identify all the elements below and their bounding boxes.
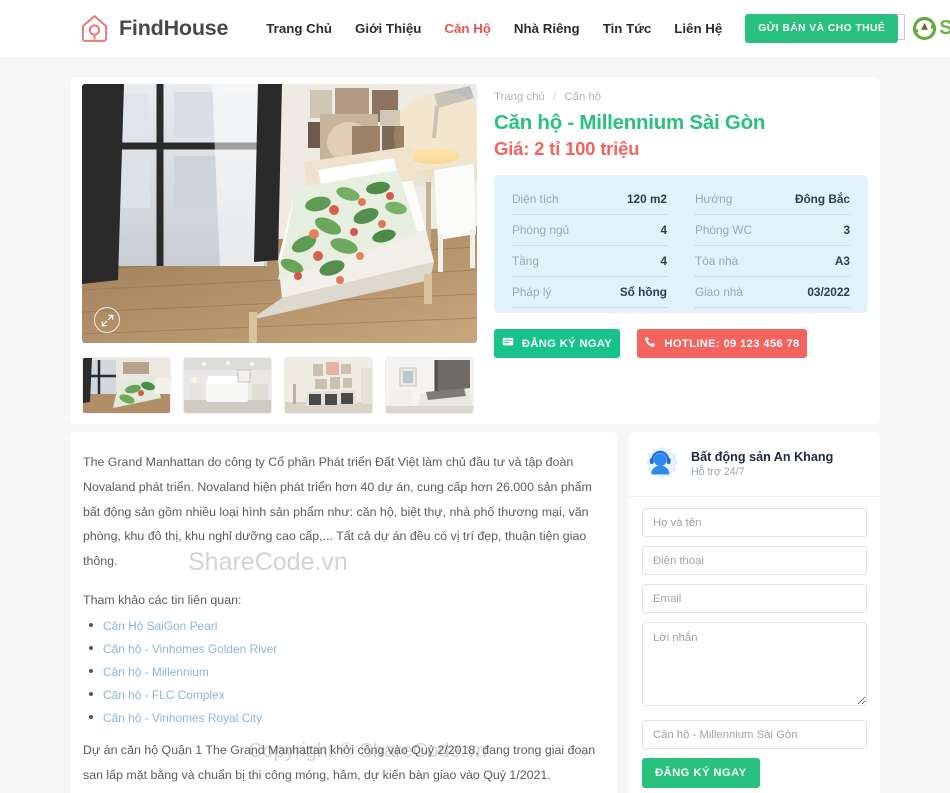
nav-item-tin-tuc[interactable]: Tin Tức: [603, 21, 652, 36]
page-title: Căn hộ - Millennium Sài Gòn: [494, 111, 766, 134]
breadcrumb-separator: /: [553, 91, 557, 103]
spec-value: 03/2022: [807, 285, 850, 299]
breadcrumb: Trang chủ / Căn hộ: [494, 91, 868, 103]
sharecode-text: SHARECODE.vn: [939, 17, 950, 40]
related-links-list: Căn Hộ SaiGon Pearl Căn hộ - Vinhomes Go…: [83, 618, 601, 726]
specs-column-left: Diện tích 120 m2 Phòng ngủ 4 Tầng 4 Pháp…: [512, 184, 681, 308]
spec-row: Tầng 4: [512, 246, 667, 277]
contact-form: ĐĂNG KÝ NGAY: [629, 497, 880, 793]
description-paragraph-1: The Grand Manhattan do công ty Cổ phần P…: [83, 455, 592, 569]
spec-key: Tòa nhà: [695, 254, 739, 268]
related-link[interactable]: Căn hộ - Vinhomes Royal City: [103, 711, 262, 725]
spec-row: Giao nhà 03/2022: [695, 277, 850, 308]
nav-item-nha-rieng[interactable]: Nhà Riêng: [514, 21, 580, 36]
nav-item-can-ho[interactable]: Căn Hộ: [444, 21, 491, 36]
sharecode-logo[interactable]: SHARECODE.vn: [912, 16, 950, 41]
recycle-icon: [912, 16, 937, 41]
agent-info: Bất động sản An Khang Hỗ trợ 24/7: [691, 450, 833, 478]
spec-key: Diện tích: [512, 192, 559, 206]
description-card: The Grand Manhattan do công ty Cổ phần P…: [70, 432, 617, 793]
related-link[interactable]: Căn hộ - FLC Complex: [103, 688, 225, 702]
price-label: Giá: 2 tỉ 100 triệu: [494, 138, 640, 159]
nav-item-trang-chu[interactable]: Trang Chủ: [266, 21, 332, 36]
spec-row: Hướng Đông Bắc: [695, 184, 850, 215]
support-agent-icon: [643, 445, 681, 483]
spec-row: Tòa nhà A3: [695, 246, 850, 277]
related-link[interactable]: Căn Hộ SaiGon Pearl: [103, 619, 217, 633]
spec-value: Đông Bắc: [794, 192, 850, 206]
related-link[interactable]: Căn hộ - Vinhomes Golden River: [103, 642, 277, 656]
spec-value: 3: [843, 223, 850, 237]
message-textarea[interactable]: [642, 622, 867, 706]
breadcrumb-current[interactable]: Căn hộ: [564, 91, 601, 103]
hotline-label: HOTLINE: 09 123 456 78: [664, 337, 800, 350]
subject-input[interactable]: [642, 720, 867, 749]
nav-item-lien-he[interactable]: Liên Hệ: [674, 21, 722, 36]
phone-input[interactable]: [642, 546, 867, 575]
list-item: Căn hộ - FLC Complex: [83, 687, 601, 703]
hotline-button[interactable]: HOTLINE: 09 123 456 78: [637, 329, 807, 358]
thumbnail-strip: [82, 357, 478, 414]
spec-key: Tầng: [512, 254, 539, 268]
site-header: FindHouse Trang Chủ Giới Thiệu Căn Hộ Nh…: [0, 0, 950, 57]
image-gallery: [82, 84, 478, 414]
property-summary-card: Trang chủ / Căn hộ Căn hộ - Millennium S…: [70, 77, 880, 424]
spec-key: Phòng WC: [695, 223, 753, 237]
register-now-label: ĐĂNG KÝ NGAY: [521, 337, 613, 350]
description-paragraph-2: Dự án căn hộ Quận 1 The Grand Manhattan …: [83, 743, 596, 782]
contact-form-card: Bất động sản An Khang Hỗ trợ 24/7 ĐĂNG K…: [629, 432, 880, 793]
sharecode-share: SHARE: [939, 17, 950, 39]
property-detail: Trang chủ / Căn hộ Căn hộ - Millennium S…: [494, 91, 868, 358]
fullname-input[interactable]: [642, 508, 867, 537]
brand-name: FindHouse: [119, 16, 229, 40]
list-item: Căn hộ - Vinhomes Royal City: [83, 710, 601, 726]
submit-registration-button[interactable]: ĐĂNG KÝ NGAY: [642, 758, 760, 788]
spec-key: Pháp lý: [512, 285, 552, 299]
specs-column-right: Hướng Đông Bắc Phòng WC 3 Tòa nhà A3 Gia…: [681, 184, 850, 308]
list-item: Căn hộ - Vinhomes Golden River: [83, 641, 601, 657]
breadcrumb-home[interactable]: Trang chủ: [494, 91, 545, 103]
thumbnail-1[interactable]: [82, 357, 171, 414]
spec-row: Phòng WC 3: [695, 215, 850, 246]
related-link[interactable]: Căn hộ - Millennium: [103, 665, 209, 679]
spec-row: Pháp lý Sổ hồng: [512, 277, 667, 308]
spec-key: Phòng ngủ: [512, 223, 570, 237]
phone-icon: [644, 336, 656, 351]
spec-value: 4: [660, 223, 667, 237]
agent-header: Bất động sản An Khang Hỗ trợ 24/7: [629, 432, 880, 497]
thumbnail-3[interactable]: [284, 357, 373, 414]
spec-value: 4: [660, 254, 667, 268]
action-buttons: ĐĂNG KÝ NGAY HOTLINE: 09 123 456 78: [494, 329, 868, 358]
email-input[interactable]: [642, 584, 867, 613]
chat-icon: [502, 336, 514, 351]
spec-value: A3: [834, 254, 850, 268]
spec-key: Hướng: [695, 192, 733, 206]
spec-value: 120 m2: [626, 192, 667, 206]
agent-name: Bất động sản An Khang: [691, 450, 834, 464]
specs-table: Diện tích 120 m2 Phòng ngủ 4 Tầng 4 Pháp…: [494, 175, 868, 313]
register-now-button[interactable]: ĐĂNG KÝ NGAY: [494, 329, 620, 358]
list-item: Căn Hộ SaiGon Pearl: [83, 618, 601, 634]
spec-row: Phòng ngủ 4: [512, 215, 667, 246]
thumbnail-2[interactable]: [183, 357, 272, 414]
spec-value: Sổ hồng: [619, 285, 667, 299]
agent-support-hours: Hỗ trợ 24/7: [691, 466, 745, 478]
nav-item-gioi-thieu[interactable]: Giới Thiệu: [355, 21, 421, 36]
post-listing-button[interactable]: GỬI BÁN VÀ CHO THUÊ: [745, 14, 899, 43]
spec-row: Diện tích 120 m2: [512, 184, 667, 215]
hero-image[interactable]: [82, 84, 477, 343]
thumbnail-4[interactable]: [385, 357, 474, 414]
spec-key: Giao nhà: [695, 285, 743, 299]
house-circle-icon: [79, 13, 110, 44]
related-intro: Tham khảo các tin liên quan:: [83, 593, 242, 608]
list-item: Căn hộ - Millennium: [83, 664, 601, 680]
page-root: FindHouse Trang Chủ Giới Thiệu Căn Hộ Nh…: [0, 0, 950, 793]
main-nav: Trang Chủ Giới Thiệu Căn Hộ Nhà Riêng Ti…: [266, 21, 745, 36]
brand-logo[interactable]: FindHouse: [79, 13, 228, 44]
expand-arrows-icon[interactable]: [94, 307, 120, 333]
